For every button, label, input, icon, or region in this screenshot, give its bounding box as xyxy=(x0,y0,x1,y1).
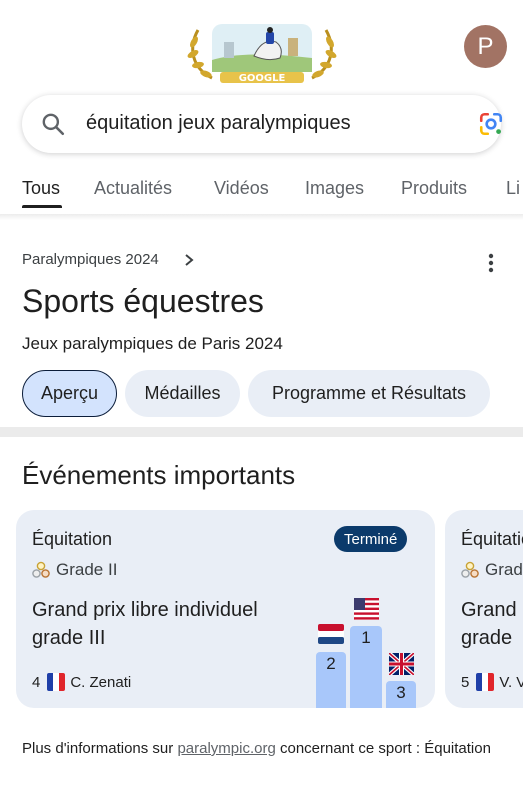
tab-more[interactable]: Li xyxy=(506,178,520,199)
tab-tous[interactable]: Tous xyxy=(22,178,60,199)
more-options-icon[interactable] xyxy=(484,252,498,274)
google-lens-icon[interactable] xyxy=(478,111,504,137)
card-sport: Équitation xyxy=(32,529,113,549)
search-icon[interactable] xyxy=(40,111,66,137)
page-title: Sports équestres xyxy=(22,283,264,319)
card-grade: Grad xyxy=(485,560,523,579)
section-title: Événements importants xyxy=(22,460,296,490)
chip-programme-resultats[interactable]: Programme et Résultats xyxy=(248,370,490,417)
page-subtitle: Jeux paralympiques de Paris 2024 xyxy=(22,334,283,353)
athlete-name: C. Zenati xyxy=(70,673,132,691)
doodle-text: GOOGLE xyxy=(239,73,286,84)
card-event-title: Grand grade xyxy=(461,596,523,652)
medals-icon xyxy=(32,561,50,578)
podium-first: 1 xyxy=(350,626,382,708)
chip-apercu[interactable]: Aperçu xyxy=(22,370,117,417)
search-tabs: Tous Actualités Vidéos Images Produits L… xyxy=(0,170,523,218)
source-note: Plus d'informations sur paralympic.org c… xyxy=(22,738,492,760)
card-athlete: 5 V. V xyxy=(461,673,523,691)
source-link[interactable]: paralympic.org xyxy=(177,740,275,757)
tab-produits[interactable]: Produits xyxy=(401,178,467,199)
breadcrumb[interactable]: Paralympiques 2024 xyxy=(22,251,159,268)
search-input[interactable]: équitation jeux paralympiques xyxy=(86,112,351,135)
section-divider xyxy=(0,427,523,437)
france-flag-icon xyxy=(47,673,66,691)
chevron-right-icon[interactable] xyxy=(182,252,196,268)
chip-medailles[interactable]: Médailles xyxy=(125,370,240,417)
podium-third: 3 xyxy=(386,681,416,708)
netherlands-flag-icon xyxy=(318,624,344,644)
athlete-rank: 4 xyxy=(32,673,41,691)
search-bar[interactable]: équitation jeux paralympiques xyxy=(22,95,504,153)
tab-images[interactable]: Images xyxy=(305,178,364,199)
active-tab-indicator xyxy=(22,205,62,208)
usa-flag-icon xyxy=(354,598,379,620)
source-prefix: Plus d'informations sur xyxy=(22,740,178,757)
card-event-line: Grand xyxy=(461,599,517,621)
google-doodle[interactable]: GOOGLE xyxy=(184,20,340,84)
united-kingdom-flag-icon xyxy=(389,653,414,675)
event-card[interactable]: Équitation Grade II Terminé Grand prix l… xyxy=(16,510,435,708)
card-sport: Équitatio xyxy=(461,529,523,549)
tabs-divider xyxy=(0,214,523,220)
france-flag-icon xyxy=(476,673,495,691)
tab-videos[interactable]: Vidéos xyxy=(214,178,269,199)
tab-actualites[interactable]: Actualités xyxy=(94,178,172,199)
card-event-title: Grand prix libre individuel grade III xyxy=(32,599,258,649)
athlete-rank: 5 xyxy=(461,673,470,691)
card-grade: Grade II xyxy=(56,560,118,579)
podium-second: 2 xyxy=(316,652,346,708)
medals-icon xyxy=(461,561,479,578)
status-badge: Terminé xyxy=(334,526,408,552)
athlete-name: V. V xyxy=(499,673,523,691)
event-card[interactable]: Équitatio Grad Grand grade 5 V. V xyxy=(445,510,523,708)
account-avatar[interactable]: P xyxy=(464,25,507,68)
card-athlete: 4 C. Zenati xyxy=(32,673,131,691)
source-suffix: concernant ce sport : Équitation xyxy=(275,740,491,757)
card-event-line: grade xyxy=(461,627,513,649)
header: GOOGLE P xyxy=(0,0,523,90)
